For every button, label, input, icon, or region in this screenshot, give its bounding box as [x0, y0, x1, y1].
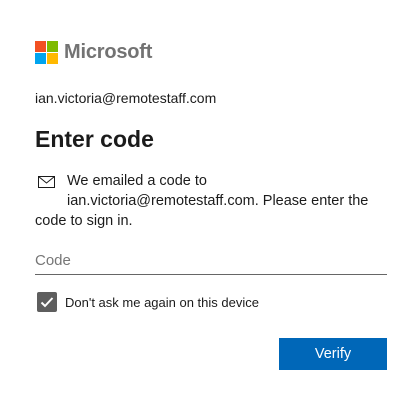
logo-square-red: [35, 41, 46, 52]
code-input[interactable]: [35, 246, 387, 275]
code-sent-message: We emailed a code to ian.victoria@remote…: [35, 171, 387, 231]
microsoft-logo: Microsoft: [35, 41, 152, 64]
message-line-2: ian.victoria@remotestaff.com. Please ent…: [35, 193, 369, 229]
message-line-1: We emailed a code to: [67, 173, 207, 189]
verify-button[interactable]: Verify: [279, 338, 387, 370]
logo-square-green: [47, 41, 58, 52]
remember-device-label[interactable]: Don't ask me again on this device: [65, 295, 259, 310]
mail-icon: [38, 176, 55, 188]
microsoft-logo-icon: [35, 41, 58, 64]
logo-square-blue: [35, 53, 46, 64]
remember-device-row[interactable]: Don't ask me again on this device: [37, 292, 259, 312]
remember-device-checkbox[interactable]: [37, 292, 57, 312]
logo-square-yellow: [47, 53, 58, 64]
account-email: ian.victoria@remotestaff.com: [35, 90, 217, 106]
page-title: Enter code: [35, 126, 154, 152]
brand-name: Microsoft: [64, 41, 153, 63]
checkmark-icon: [40, 297, 54, 308]
